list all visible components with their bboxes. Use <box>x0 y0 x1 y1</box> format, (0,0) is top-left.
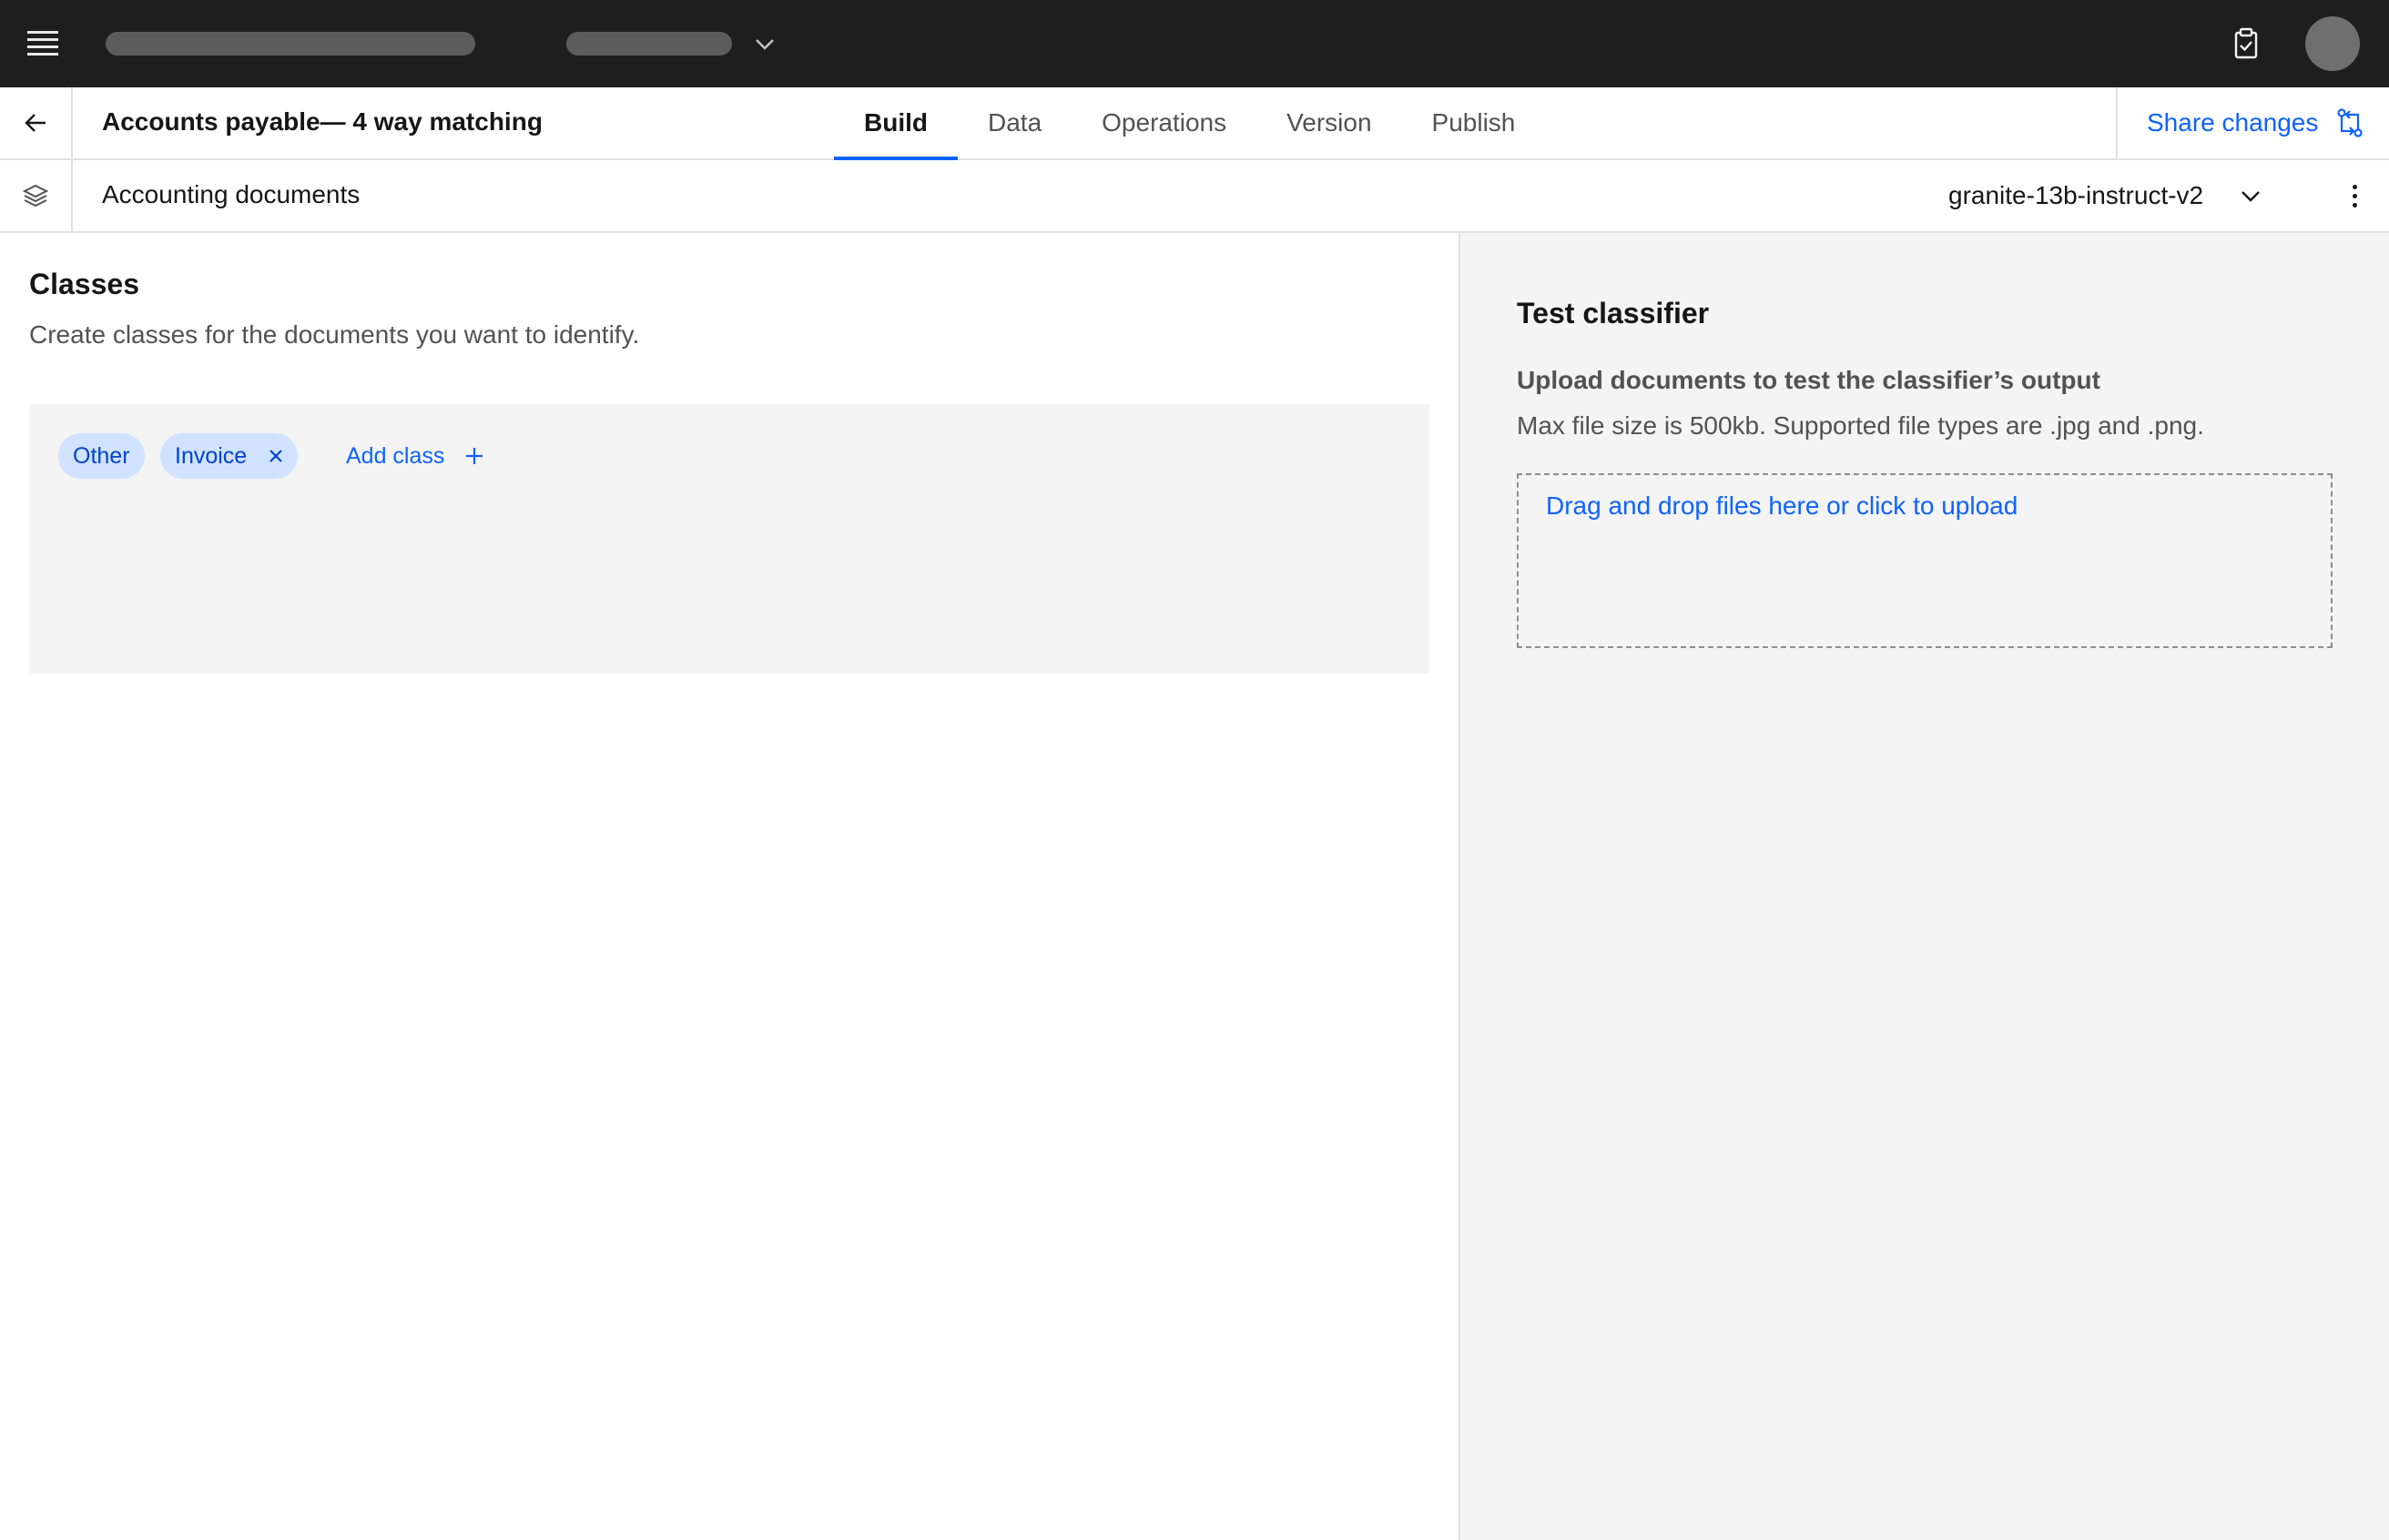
file-dropzone[interactable]: Drag and drop files here or click to upl… <box>1517 473 2333 648</box>
document-type-title: Accounting documents <box>102 180 361 208</box>
overflow-menu-icon[interactable] <box>2338 175 2371 217</box>
global-header <box>0 0 2389 87</box>
workspace-placeholder[interactable] <box>566 32 732 56</box>
project-header: Accounts payable— 4 way matching Build D… <box>0 87 2389 160</box>
classes-container: Other Invoice Add class <box>29 404 1429 674</box>
share-changes-label: Share changes <box>2147 108 2319 137</box>
dropzone-label[interactable]: Drag and drop files here or click to upl… <box>1546 491 2018 521</box>
model-dropdown[interactable]: granite-13b-instruct-v2 <box>1948 160 2263 231</box>
add-class-button[interactable]: Add class <box>346 433 484 479</box>
model-dropdown-value: granite-13b-instruct-v2 <box>1948 181 2204 209</box>
test-classifier-panel: Test classifier Upload documents to test… <box>1459 233 2389 1540</box>
add-class-label: Add class <box>346 442 445 469</box>
tab-version[interactable]: Version <box>1256 87 1401 158</box>
breadcrumb-placeholder <box>106 32 475 56</box>
arrow-left-icon <box>25 114 46 132</box>
share-changes-button[interactable]: Share changes <box>2116 87 2389 158</box>
tab-list: Build Data Operations Version Publish <box>834 87 1546 160</box>
classes-heading: Classes <box>29 268 139 300</box>
avatar[interactable] <box>2305 16 2360 71</box>
share-changes-icon <box>2337 108 2363 137</box>
chevron-down-icon <box>2242 191 2260 202</box>
tab-operations[interactable]: Operations <box>1072 87 1256 158</box>
classes-panel: Classes Create classes for the documents… <box>0 233 1459 1540</box>
layers-icon <box>22 184 49 208</box>
class-tag-invoice[interactable]: Invoice <box>160 433 299 479</box>
back-button[interactable] <box>0 87 73 158</box>
class-tag-label: Invoice <box>175 442 248 469</box>
hamburger-icon[interactable] <box>27 31 58 56</box>
class-tag-label: Other <box>73 442 130 469</box>
upload-description: Max file size is 500kb. Supported file t… <box>1517 411 2204 440</box>
close-icon[interactable] <box>265 445 287 467</box>
class-tag-other[interactable]: Other <box>58 433 145 479</box>
layers-button[interactable] <box>0 160 73 231</box>
project-title: Accounts payable— 4 way matching <box>102 107 543 136</box>
clipboard-check-icon[interactable] <box>2231 27 2262 60</box>
tab-build[interactable]: Build <box>834 87 958 160</box>
tab-publish[interactable]: Publish <box>1402 87 1546 158</box>
test-classifier-heading: Test classifier <box>1517 297 1710 329</box>
chevron-down-icon[interactable] <box>752 31 778 56</box>
classes-description: Create classes for the documents you wan… <box>29 320 640 349</box>
document-header: Accounting documents granite-13b-instruc… <box>0 160 2389 233</box>
upload-heading: Upload documents to test the classifier’… <box>1517 366 2100 394</box>
tab-data[interactable]: Data <box>958 87 1072 158</box>
plus-icon <box>466 448 483 464</box>
